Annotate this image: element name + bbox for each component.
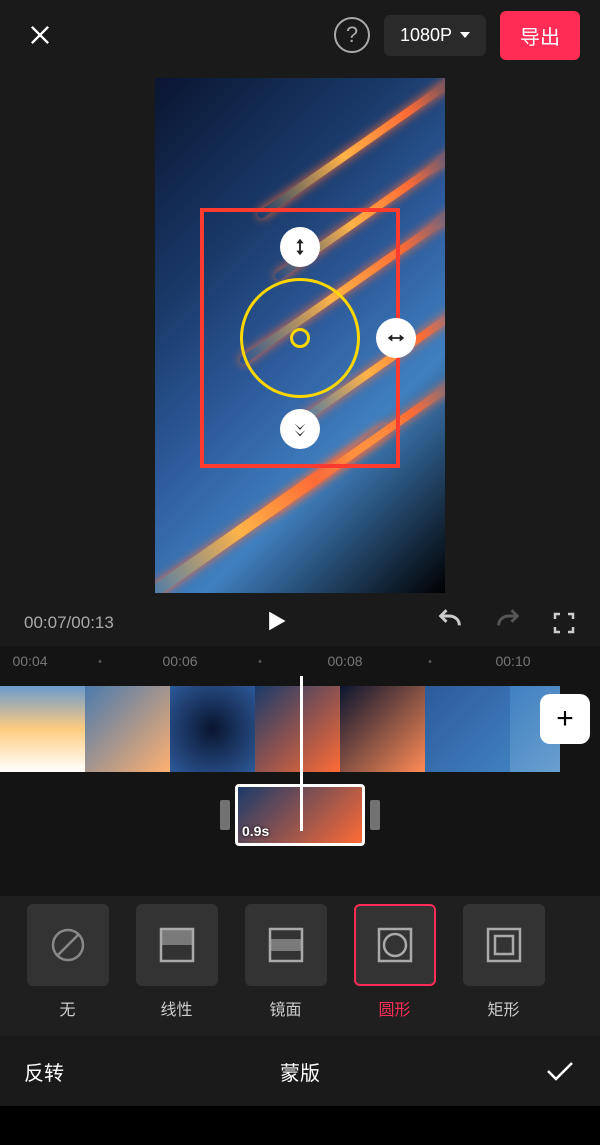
preview-canvas[interactable] [155,78,445,593]
linear-icon [155,923,199,967]
invert-label: 反转 [24,1063,64,1085]
invert-button[interactable]: 反转 [24,1057,64,1086]
chevrons-down-icon [289,418,311,440]
resolution-label: 1080P [400,25,452,46]
close-button[interactable] [20,15,60,55]
mask-handle-feather[interactable] [280,409,320,449]
clip[interactable] [0,686,85,772]
header-right-group: ? 1080P 导出 [334,11,580,60]
play-button[interactable] [261,607,289,640]
ruler-mark: 00:04 [12,653,47,669]
clip[interactable] [85,686,170,772]
arrows-vertical-icon [289,236,311,258]
mask-label: 线性 [160,996,192,1020]
mask-options-panel: 无 线性 镜面 圆形 矩形 [0,896,600,1036]
mask-label: 矩形 [487,996,519,1020]
plus-icon: + [556,702,574,736]
play-icon [261,607,289,635]
ruler-mark: 00:10 [495,653,530,669]
mask-handle-vertical[interactable] [280,227,320,267]
mask-option-linear[interactable]: 线性 [129,904,224,1028]
undo-icon [436,609,464,637]
player-controls: 00:07/00:13 [0,600,600,646]
mask-handle-horizontal[interactable] [376,318,416,358]
fullscreen-button[interactable] [552,611,576,635]
header: ? 1080P 导出 [0,0,600,70]
arrows-horizontal-icon [385,327,407,349]
redo-icon [494,609,522,637]
mask-option-none[interactable]: 无 [20,904,115,1028]
export-label: 导出 [520,27,560,49]
control-group [436,609,576,637]
clip-handle-left[interactable] [220,800,230,830]
clip[interactable] [340,686,425,772]
timeline-tracks[interactable]: + 0.9s [0,676,600,896]
mask-center[interactable] [290,328,310,348]
mask-label: 镜面 [269,996,301,1020]
resolution-dropdown[interactable]: 1080P [384,15,486,56]
clip-handle-right[interactable] [370,800,380,830]
none-icon [48,925,88,965]
panel-title: 蒙版 [280,1057,320,1086]
ruler-mark: 00:08 [327,653,362,669]
playhead[interactable] [300,676,303,831]
mask-label: 圆形 [378,996,410,1020]
mask-option-circle[interactable]: 圆形 [347,904,442,1028]
mirror-icon [264,923,308,967]
total-time: 00:13 [71,613,114,632]
close-icon [26,21,54,49]
bottom-bar: 反转 蒙版 [0,1036,600,1106]
confirm-button[interactable] [544,1059,576,1083]
clip[interactable] [170,686,255,772]
undo-button[interactable] [436,609,464,637]
export-button[interactable]: 导出 [500,11,580,60]
add-clip-button[interactable]: + [540,694,590,744]
clip[interactable] [255,686,340,772]
rect-icon [482,923,526,967]
current-time: 00:07 [24,613,67,632]
preview-area [0,70,600,600]
ruler-mark: 00:06 [162,653,197,669]
mask-option-rect[interactable]: 矩形 [456,904,551,1028]
help-icon: ? [346,22,358,48]
fullscreen-icon [552,611,576,635]
clip-duration: 0.9s [242,823,269,839]
checkmark-icon [544,1059,576,1083]
help-button[interactable]: ? [334,17,370,53]
mask-option-mirror[interactable]: 镜面 [238,904,333,1028]
timeline-ruler[interactable]: 00:04 00:06 00:08 00:10 [0,646,600,676]
time-display: 00:07/00:13 [24,613,114,633]
redo-button[interactable] [494,609,522,637]
mask-frame[interactable] [200,208,400,468]
clip[interactable] [425,686,510,772]
circle-icon [373,923,417,967]
mask-label: 无 [59,996,75,1020]
